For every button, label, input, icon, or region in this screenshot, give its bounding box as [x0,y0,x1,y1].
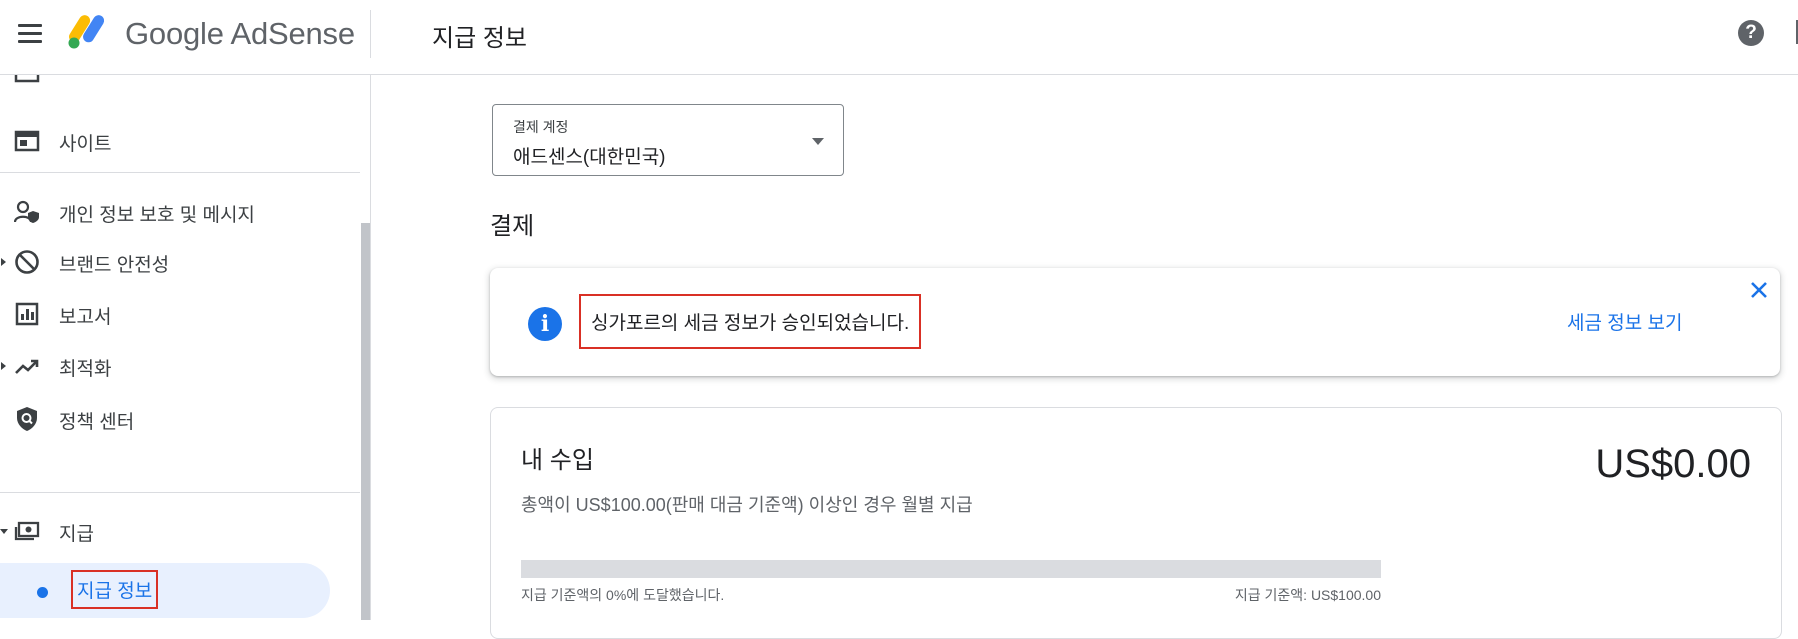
expand-caret-icon[interactable] [1,362,6,370]
brand-title: Google AdSense [125,16,355,51]
sidebar-item-label: 브랜드 안전성 [59,255,170,276]
sidebar-item-brand-safety[interactable]: 브랜드 안전성 [0,236,360,286]
sidebar-item-label: 정책 센터 [59,412,135,433]
sidebar-divider [0,492,360,493]
dot-icon [37,587,48,598]
info-icon: i [528,307,562,341]
truncated-nav-icon [14,75,40,83]
earnings-title: 내 수입 [521,447,594,474]
trending-up-icon [15,359,39,374]
expand-caret-icon[interactable] [1,258,6,266]
top-app-bar: Google AdSense 지급 정보 ? [0,0,1798,75]
sidebar-divider [0,172,360,173]
sidebar-item-label: 개인 정보 보호 및 메시지 [59,205,255,226]
menu-icon[interactable] [18,24,42,44]
view-tax-info-link[interactable]: 세금 정보 보기 [1567,308,1682,335]
payments-icon [14,521,40,541]
earnings-card: 내 수입 US$0.00 총액이 US$100.00(판매 대금 기준액) 이상… [490,407,1782,639]
sidebar-item-label-active[interactable]: 지급 정보 [71,570,159,609]
sidebar-nav: 사이트 개인 정보 보호 및 메시지 브랜드 안전성 보고서 최적화 정책 센터… [0,75,371,620]
close-icon[interactable] [1747,278,1771,302]
sidebar-item-label: 사이트 [59,134,112,155]
sidebar-item-privacy[interactable]: 개인 정보 보호 및 메시지 [0,186,360,236]
billing-account-select[interactable]: 결제 계정 애드센스(대한민국) [492,104,844,176]
sidebar-scrollbar[interactable] [361,223,370,620]
sidebar-item-sites[interactable]: 사이트 [0,115,360,165]
billing-account-label: 결제 계정 [513,119,569,135]
section-title: 결제 [490,213,535,240]
collapse-caret-icon[interactable] [0,529,8,534]
adsense-logo [68,15,105,49]
payment-threshold-progress [521,560,1381,578]
payment-threshold-label: 지급 기준액: US$100.00 [1234,587,1381,603]
sidebar-item-label: 최적화 [59,359,112,380]
person-shield-icon [14,200,39,223]
web-layout-icon [14,130,40,152]
sidebar-item-payments[interactable]: 지급 [0,505,360,555]
sidebar-item-label: 지급 [59,524,94,545]
sidebar-item-optimization[interactable]: 최적화 [0,340,360,390]
earnings-description: 총액이 US$100.00(판매 대금 기준액) 이상인 경우 월별 지급 [521,495,973,515]
dropdown-arrow-icon [812,138,824,145]
header-divider [370,10,371,58]
sidebar-item-payment-info[interactable] [0,563,330,618]
alert-message: 싱가포르의 세금 정보가 승인되었습니다. [579,294,922,349]
help-icon[interactable]: ? [1738,20,1764,46]
shield-search-icon [17,407,37,431]
bar-chart-icon [15,302,39,326]
tax-info-alert: i 싱가포르의 세금 정보가 승인되었습니다. 세금 정보 보기 [490,268,1780,376]
block-icon [15,250,39,274]
billing-account-value: 애드센스(대한민국) [513,147,666,168]
page-title: 지급 정보 [432,25,527,52]
sidebar-item-label: 보고서 [59,307,112,328]
sidebar-item-reports[interactable]: 보고서 [0,288,360,338]
earnings-amount: US$0.00 [1595,442,1751,486]
sidebar-item-policy-center[interactable]: 정책 센터 [0,393,360,443]
